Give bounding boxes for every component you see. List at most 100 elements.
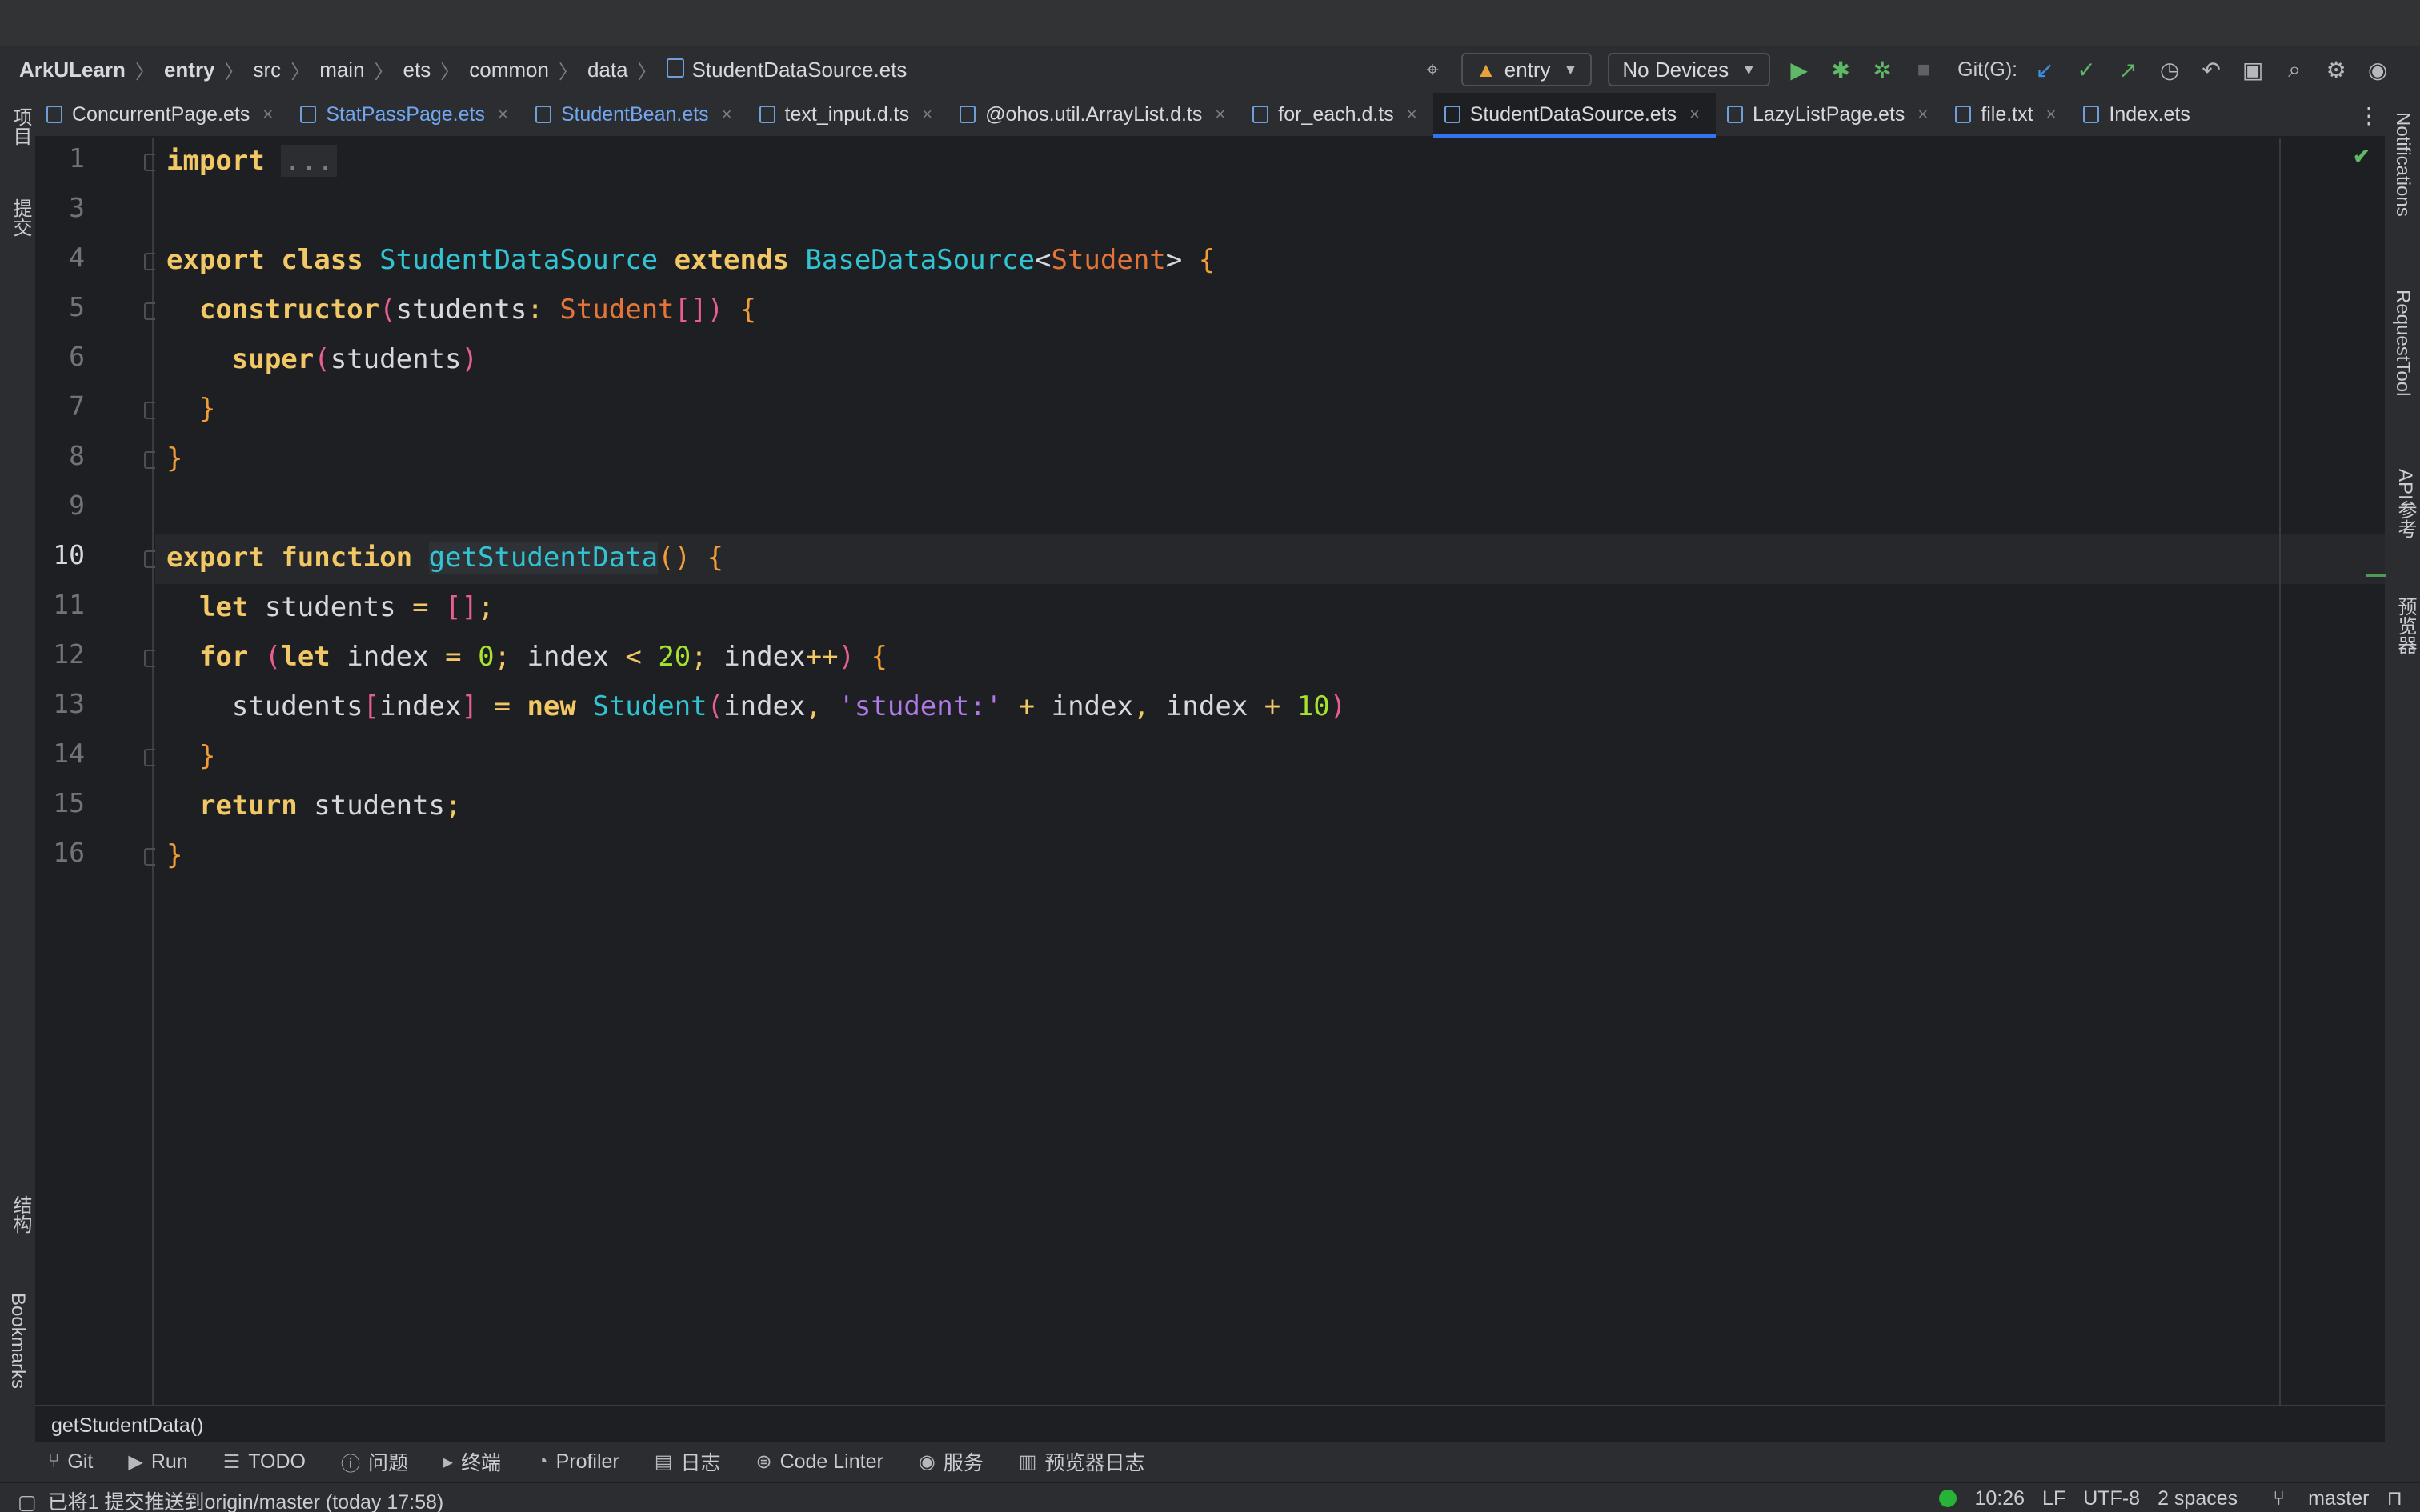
rollback-icon[interactable]: ↶ — [2195, 54, 2227, 86]
indent-setting[interactable]: 2 spaces — [2158, 1487, 2238, 1510]
editor-gutter: 1 3 4 5 6 7 8 9 10 11 12 13 14 15 16 — [35, 138, 162, 1405]
identifier: students — [264, 591, 396, 623]
main-toolbar: ⌖ ▲ entry ▼ No Devices ▼ ▶ ✱ ✲ ■ Git(G):… — [1412, 46, 2398, 93]
cursor-position[interactable]: 10:26 — [1974, 1487, 2025, 1510]
tab-index[interactable]: Index.ets — [2072, 93, 2206, 136]
tab-arraylist[interactable]: @ohos.util.ArrayList.d.ts × — [948, 93, 1241, 136]
keyword: let — [281, 641, 331, 673]
layout-toggle-icon[interactable]: ▢ — [18, 1491, 37, 1512]
tool-window-previewer-log[interactable]: ▥ 预览器日志 — [1019, 1447, 1145, 1476]
debug-icon[interactable]: ✱ — [1825, 54, 1857, 86]
breadcrumb-module[interactable]: entry — [164, 58, 215, 82]
tab-label: for_each.d.ts — [1278, 102, 1394, 126]
breadcrumb-file[interactable]: StudentDataSource.ets — [692, 58, 908, 82]
more-vertical-icon[interactable]: ⋮ — [2353, 93, 2385, 138]
tool-window-services[interactable]: ◉ 服务 — [919, 1447, 984, 1476]
tool-window-label: Run — [150, 1450, 188, 1473]
tool-window-problems[interactable]: ⓘ 问题 — [341, 1447, 408, 1476]
git-update-icon[interactable]: ↙ — [2029, 54, 2061, 86]
window-titlebar — [0, 0, 2420, 46]
status-widgets: 10:26 LF UTF-8 2 spaces ⑂ master ⊓ — [1921, 1486, 2402, 1510]
keyword: import — [166, 145, 265, 177]
class-name: BaseDataSource — [805, 244, 1035, 276]
breadcrumb-ets[interactable]: ets — [403, 58, 431, 82]
breadcrumb-common[interactable]: common — [469, 58, 549, 82]
line-number: 16 — [53, 837, 85, 868]
breadcrumb-data[interactable]: data — [587, 58, 628, 82]
tab-for-each[interactable]: for_each.d.ts × — [1241, 93, 1432, 136]
status-ok-icon[interactable] — [1939, 1490, 1957, 1507]
git-commit-icon[interactable]: ✓ — [2070, 54, 2102, 86]
device-select[interactable]: No Devices ▼ — [1608, 53, 1771, 86]
breadcrumb-project[interactable]: ArkULearn — [19, 58, 126, 82]
line-number: 7 — [69, 390, 85, 422]
inspection-ok-icon[interactable]: ✔ — [2353, 144, 2370, 169]
tab-student-bean[interactable]: StudentBean.ets × — [524, 93, 748, 136]
run-icon: ▶ — [128, 1450, 143, 1473]
status-message[interactable]: 已将1 提交推送到origin/master (today 17:58) — [48, 1491, 444, 1512]
structure-tool-button[interactable]: 结构 — [6, 1195, 34, 1234]
log-icon: ▤ — [654, 1450, 673, 1473]
code-breadcrumb-function[interactable]: getStudentData() — [51, 1414, 203, 1437]
close-icon[interactable]: × — [2046, 104, 2057, 125]
code-line-4: export class StudentDataSource extends B… — [166, 244, 1216, 276]
close-icon[interactable]: × — [498, 104, 508, 125]
bookmarks-tool-button[interactable]: Bookmarks — [6, 1293, 29, 1389]
code-editor[interactable]: import ... export class StudentDataSourc… — [155, 138, 2385, 1405]
tool-window-profiler[interactable]: ◔ Profiler — [536, 1450, 619, 1474]
list-icon: ☰ — [222, 1450, 241, 1473]
close-icon[interactable]: × — [1215, 104, 1225, 125]
code-line-12: for (let index = 0; index < 20; index++)… — [198, 641, 888, 673]
account-icon[interactable]: ◉ — [2362, 54, 2394, 86]
search-icon[interactable]: ⌕ — [2278, 54, 2310, 86]
tab-student-data-source[interactable]: StudentDataSource.ets × — [1432, 93, 1717, 138]
ets-file-icon — [2083, 106, 2100, 123]
history-icon[interactable]: ◷ — [2154, 54, 2186, 86]
request-tool-button[interactable]: RequestTool — [2391, 290, 2414, 396]
gear-icon[interactable]: ⚙ — [2320, 54, 2352, 86]
tool-window-log[interactable]: ▤ 日志 — [655, 1447, 721, 1476]
git-push-icon[interactable]: ↗ — [2112, 54, 2144, 86]
tool-window-todo[interactable]: ☰ TODO — [223, 1450, 306, 1474]
line-number: 8 — [69, 440, 85, 471]
close-icon[interactable]: × — [722, 104, 732, 125]
tool-window-git[interactable]: ⑂ Git — [48, 1450, 93, 1474]
close-icon[interactable]: × — [262, 104, 273, 125]
previewer-tool-button[interactable]: 预览器 — [2391, 597, 2419, 654]
folded-imports[interactable]: ... — [281, 145, 337, 177]
stop-icon[interactable]: ■ — [1908, 54, 1940, 86]
project-structure-icon[interactable]: ▣ — [2237, 54, 2269, 86]
tab-lazy-list-page[interactable]: LazyListPage.ets × — [1716, 93, 1944, 136]
file-encoding[interactable]: UTF-8 — [2083, 1487, 2140, 1510]
commit-tool-button[interactable]: 提交 — [6, 198, 34, 237]
git-label: Git(G): — [1957, 58, 2018, 81]
notifications-tool-button[interactable]: Notifications — [2391, 112, 2414, 217]
close-icon[interactable]: × — [1689, 104, 1700, 125]
line-separator[interactable]: LF — [2042, 1487, 2065, 1510]
run-icon[interactable]: ▶ — [1783, 54, 1815, 86]
close-icon[interactable]: × — [1917, 104, 1928, 125]
close-icon[interactable]: × — [922, 104, 932, 125]
tab-text-input[interactable]: text_input.d.ts × — [748, 93, 949, 136]
tab-stat-pass-page[interactable]: StatPassPage.ets × — [289, 93, 524, 136]
lock-icon[interactable]: ⊓ — [2386, 1486, 2402, 1510]
git-branch-widget[interactable]: ⑂ master — [2255, 1487, 2369, 1510]
chevron-right-icon: 〉 — [374, 61, 394, 83]
code-line-7: } — [198, 393, 216, 425]
close-icon[interactable]: × — [1407, 104, 1417, 125]
tab-concurrent-page[interactable]: ConcurrentPage.ets × — [35, 93, 289, 136]
tab-file-txt[interactable]: file.txt × — [1944, 93, 2072, 136]
api-reference-tool-button[interactable]: API参考 — [2391, 469, 2419, 538]
tool-window-run[interactable]: ▶ Run — [128, 1450, 187, 1474]
chevron-right-icon: 〉 — [224, 61, 244, 83]
run-config-select[interactable]: ▲ entry ▼ — [1461, 53, 1593, 86]
tool-window-code-linter[interactable]: ⊜ Code Linter — [755, 1450, 883, 1474]
target-icon[interactable]: ⌖ — [1416, 54, 1448, 86]
attach-debugger-icon[interactable]: ✲ — [1866, 54, 1898, 86]
breadcrumb-src[interactable]: src — [254, 58, 282, 82]
tool-window-terminal[interactable]: ▸ 终端 — [443, 1447, 501, 1476]
project-tool-button[interactable]: 项目 — [6, 107, 34, 146]
breadcrumb-main[interactable]: main — [319, 58, 364, 82]
ets-file-icon — [1727, 106, 1743, 123]
tab-label: StudentDataSource.ets — [1469, 102, 1677, 126]
